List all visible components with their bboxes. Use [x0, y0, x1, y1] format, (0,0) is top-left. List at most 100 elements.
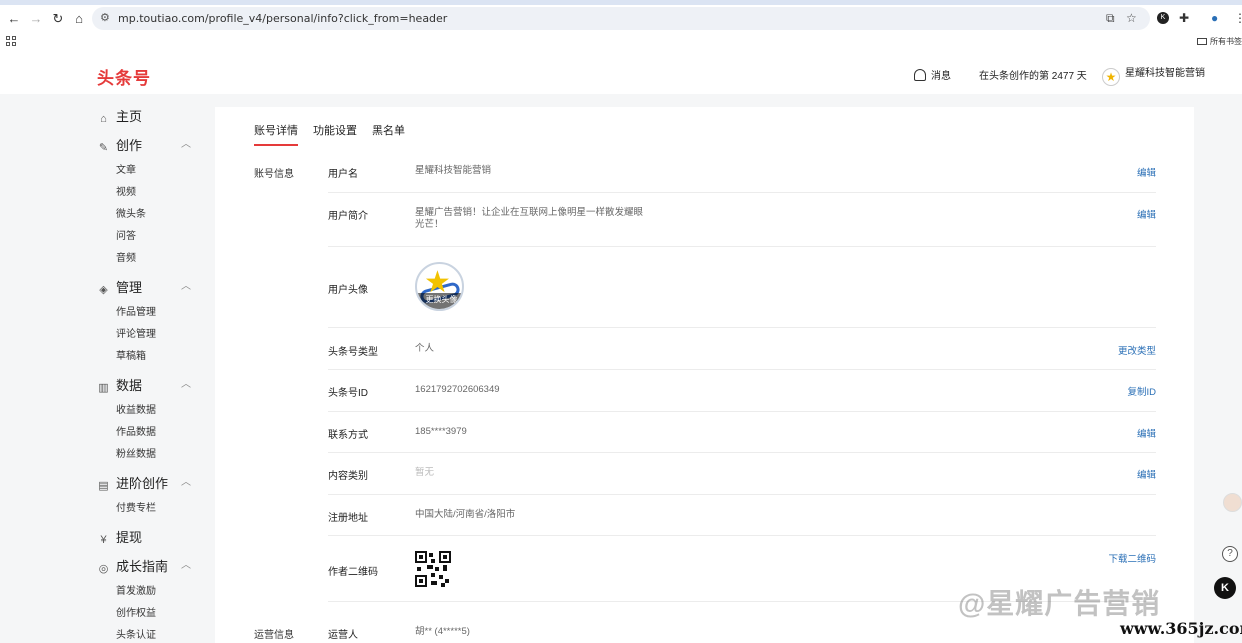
nav-item-revenue[interactable]: 收益数据: [116, 401, 156, 416]
tab-account-details[interactable]: 账号详情: [254, 122, 298, 146]
intro-line-2: 光芒！: [415, 219, 444, 230]
edit-category-link[interactable]: 编辑: [1137, 467, 1156, 481]
forward-icon[interactable]: →: [28, 11, 44, 27]
nav-data[interactable]: ▥ 数据 ︿: [97, 375, 191, 395]
operator-label: 运营人: [328, 630, 358, 641]
edit-intro-link[interactable]: 编辑: [1137, 207, 1156, 221]
yen-icon: ¥: [100, 534, 107, 546]
back-icon[interactable]: ←: [6, 11, 22, 27]
nav-manage-label: 管理: [116, 280, 143, 295]
qrcode-label: 作者二维码: [328, 567, 378, 578]
intro-value: 星耀广告营销！让企业在互联网上像明星一样散发耀眼 光芒！: [415, 207, 643, 231]
nav-item-qa[interactable]: 问答: [116, 227, 136, 242]
nav-create[interactable]: ✎ 创作 ︿: [97, 135, 191, 155]
divider: [328, 411, 1156, 412]
browser-chrome: ← → ↻ ⌂ ⚙ mp.toutiao.com/profile_v4/pers…: [0, 0, 1242, 52]
bar-chart-icon: ▥: [98, 382, 109, 394]
nav-item-certification[interactable]: 头条认证: [116, 626, 156, 641]
all-bookmarks[interactable]: 所有书签: [1197, 36, 1242, 47]
account-type-label: 头条号类型: [328, 347, 378, 358]
nav-advanced[interactable]: ▤ 进阶创作 ︿: [97, 473, 191, 493]
nav-manage[interactable]: ◈ 管理 ︿: [97, 277, 191, 297]
nav-item-audio[interactable]: 音频: [116, 249, 136, 264]
divider: [328, 369, 1156, 370]
nav-item-work-data[interactable]: 作品数据: [116, 423, 156, 438]
nav-item-first-pub[interactable]: 首发激励: [116, 582, 156, 597]
operator-info-heading: 运营信息: [254, 630, 294, 641]
nav-home[interactable]: ⌂ 主页: [97, 106, 142, 126]
help-icon[interactable]: ?: [1222, 546, 1238, 562]
layers-icon: ◈: [99, 284, 108, 296]
user-name: 星耀科技智能营销: [1125, 68, 1205, 79]
nav-data-label: 数据: [116, 378, 143, 393]
nav-withdraw-label: 提现: [116, 530, 143, 545]
account-id-label: 头条号ID: [328, 388, 368, 399]
nav-create-label: 创作: [116, 138, 143, 153]
reload-icon[interactable]: ↻: [50, 11, 66, 27]
change-avatar-button[interactable]: ★ 更换头像: [415, 262, 464, 311]
url-text[interactable]: mp.toutiao.com/profile_v4/personal/info?…: [118, 12, 447, 25]
nav-home-label: 主页: [116, 109, 143, 124]
nav-guide[interactable]: ◎ 成长指南 ︿: [97, 556, 191, 576]
nav-item-rights[interactable]: 创作权益: [116, 604, 156, 619]
home-icon[interactable]: ⌂: [71, 11, 87, 27]
nav-item-weitoutiao[interactable]: 微头条: [116, 205, 146, 220]
nav-item-fans[interactable]: 粉丝数据: [116, 445, 156, 460]
toutiao-logo[interactable]: 头条号: [97, 64, 151, 89]
nav-item-article[interactable]: 文章: [116, 161, 136, 176]
creation-days: 在头条创作的第 2477 天: [979, 71, 1087, 82]
bell-icon: [914, 69, 926, 81]
edit-username-link[interactable]: 编辑: [1137, 165, 1156, 179]
author-qrcode: [415, 551, 451, 587]
operator-value: 胡** (4*****5): [415, 626, 470, 637]
category-value: 暂无: [415, 467, 435, 478]
watermark-url: www.365jz.com: [1120, 619, 1242, 638]
bookmarks-label: 所有书签: [1210, 37, 1242, 46]
chevron-up-icon: ︿: [181, 281, 191, 292]
nav-item-drafts[interactable]: 草稿箱: [116, 347, 146, 362]
divider: [328, 452, 1156, 453]
copy-id-link[interactable]: 复制ID: [1127, 384, 1156, 398]
apps-grid-icon[interactable]: [6, 36, 16, 46]
nav-withdraw[interactable]: ¥ 提现: [97, 527, 142, 547]
address-value: 中国大陆/河南省/洛阳市: [415, 509, 516, 520]
tab-function-settings[interactable]: 功能设置: [313, 122, 357, 138]
extensions-puzzle-icon[interactable]: ✚: [1179, 11, 1189, 25]
category-label: 内容类别: [328, 471, 368, 482]
username-label: 用户名: [328, 169, 358, 180]
sidebar: ⌂ 主页 ✎ 创作 ︿ 文章 视频 微头条 问答 音频 ◈ 管理 ︿ 作品管理 评论管理 …: [0, 94, 215, 643]
nav-item-comments[interactable]: 评论管理: [116, 325, 156, 340]
username-value: 星耀科技智能营销: [415, 165, 492, 176]
home-nav-icon: ⌂: [100, 113, 107, 125]
site-info-icon[interactable]: ⚙: [100, 11, 110, 24]
edit-contact-link[interactable]: 编辑: [1137, 426, 1156, 440]
extension-k-icon[interactable]: K: [1157, 12, 1169, 24]
account-type-value: 个人: [415, 343, 435, 354]
intro-line-1: 星耀广告营销！让企业在互联网上像明星一样散发耀眼: [415, 207, 644, 218]
tab-blacklist[interactable]: 黑名单: [372, 122, 405, 138]
nav-item-video[interactable]: 视频: [116, 183, 136, 198]
change-type-link[interactable]: 更改类型: [1118, 343, 1156, 357]
user-avatar: ★: [1102, 68, 1120, 86]
k-floating-icon[interactable]: K: [1214, 577, 1236, 599]
nav-advanced-label: 进阶创作: [116, 476, 169, 491]
app-header: 头条号 消息 在头条创作的第 2477 天 ★ 星耀科技智能营销: [0, 52, 1242, 94]
profile-icon[interactable]: ●: [1211, 11, 1218, 25]
intro-label: 用户简介: [328, 211, 368, 222]
divider: [328, 535, 1156, 536]
contact-label: 联系方式: [328, 430, 368, 441]
address-bar[interactable]: ⚙ mp.toutiao.com/profile_v4/personal/inf…: [92, 7, 1150, 30]
folder-icon: [1197, 38, 1207, 45]
user-menu[interactable]: ★ 星耀科技智能营销: [1102, 64, 1205, 86]
messages-label: 消息: [931, 71, 951, 82]
nav-guide-label: 成长指南: [116, 559, 169, 574]
messages-link[interactable]: 消息: [914, 67, 951, 82]
install-app-icon[interactable]: ⧉: [1106, 11, 1115, 26]
assistant-avatar[interactable]: [1223, 493, 1242, 512]
download-qrcode-link[interactable]: 下载二维码: [1108, 551, 1156, 565]
browser-menu-icon[interactable]: ⋮: [1234, 11, 1242, 25]
nav-item-paid-column[interactable]: 付费专栏: [116, 499, 156, 514]
divider: [328, 192, 1156, 193]
bookmark-star-icon[interactable]: ☆: [1126, 11, 1137, 25]
nav-item-works[interactable]: 作品管理: [116, 303, 156, 318]
